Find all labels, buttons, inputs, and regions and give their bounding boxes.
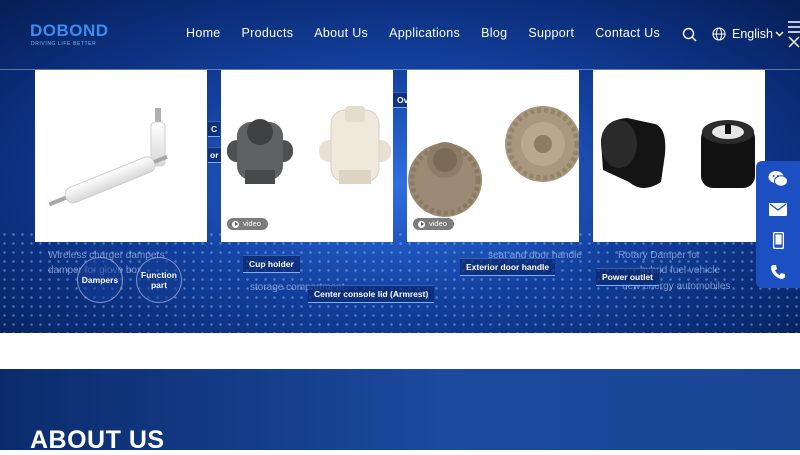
product-card[interactable]: video (407, 70, 581, 242)
about-section: ABOUT US (0, 369, 800, 454)
product-card[interactable]: video (221, 70, 393, 242)
video-label: video (429, 219, 447, 228)
nav-about-us[interactable]: About Us (314, 26, 368, 40)
exterior-door-handle-label[interactable]: Exterior door handle (460, 258, 556, 276)
brand-name: DOBOND (30, 21, 109, 40)
video-label: video (243, 219, 261, 228)
nav-applications[interactable]: Applications (389, 26, 460, 40)
dampers-text: Dampers (81, 275, 119, 285)
brand-logo[interactable]: DOBOND DRIVING LIFE BETTER (30, 20, 122, 48)
black-damper-image (601, 118, 755, 188)
wechat-icon (768, 170, 788, 187)
video-badge[interactable]: video (227, 218, 268, 230)
mobile-icon (772, 232, 784, 249)
product-card[interactable] (35, 70, 207, 242)
hero-bg-text: Rotary Damper for (618, 250, 701, 261)
language-selector[interactable]: English (732, 27, 773, 41)
play-icon (232, 220, 239, 228)
dampers-label[interactable]: Dampers (77, 257, 123, 303)
product-card[interactable] (593, 70, 765, 242)
brand-tagline: DRIVING LIFE BETTER (31, 41, 96, 47)
wechat-button[interactable] (756, 163, 800, 194)
main-nav: Home Products About Us Applications Blog… (186, 26, 681, 40)
side-contact-bar (756, 161, 800, 288)
phone-button[interactable] (756, 256, 800, 287)
nav-home[interactable]: Home (186, 26, 221, 40)
email-button[interactable] (756, 194, 800, 225)
function-part-label[interactable]: Function part (136, 257, 182, 303)
nav-products[interactable]: Products (242, 26, 294, 40)
nav-support[interactable]: Support (528, 26, 574, 40)
chevron-down-icon[interactable] (775, 31, 784, 37)
phone-icon (771, 264, 785, 279)
nav-contact-us[interactable]: Contact Us (595, 26, 660, 40)
nav-blog[interactable]: Blog (481, 26, 507, 40)
gear-damper-image (408, 106, 581, 217)
menu-close-icon[interactable] (788, 20, 800, 48)
damper-rod-image (48, 108, 168, 207)
content-spacer (0, 333, 800, 369)
search-icon[interactable] (682, 27, 697, 42)
function-part-text: Function part (141, 270, 177, 290)
center-console-label[interactable]: Center console lid (Armrest) (308, 285, 435, 303)
mobile-button[interactable] (756, 225, 800, 256)
globe-icon[interactable] (712, 27, 726, 41)
partial-label: C (208, 121, 221, 137)
about-heading: ABOUT US (30, 426, 165, 454)
play-icon (418, 220, 425, 228)
site-header: DOBOND DRIVING LIFE BETTER Home Products… (0, 0, 800, 70)
power-outlet-label[interactable]: Power outlet (596, 268, 660, 286)
cup-holder-label[interactable]: Cup holder (243, 255, 300, 273)
email-icon (769, 203, 787, 216)
video-badge[interactable]: video (413, 218, 454, 230)
rotary-damper-image (227, 106, 391, 184)
